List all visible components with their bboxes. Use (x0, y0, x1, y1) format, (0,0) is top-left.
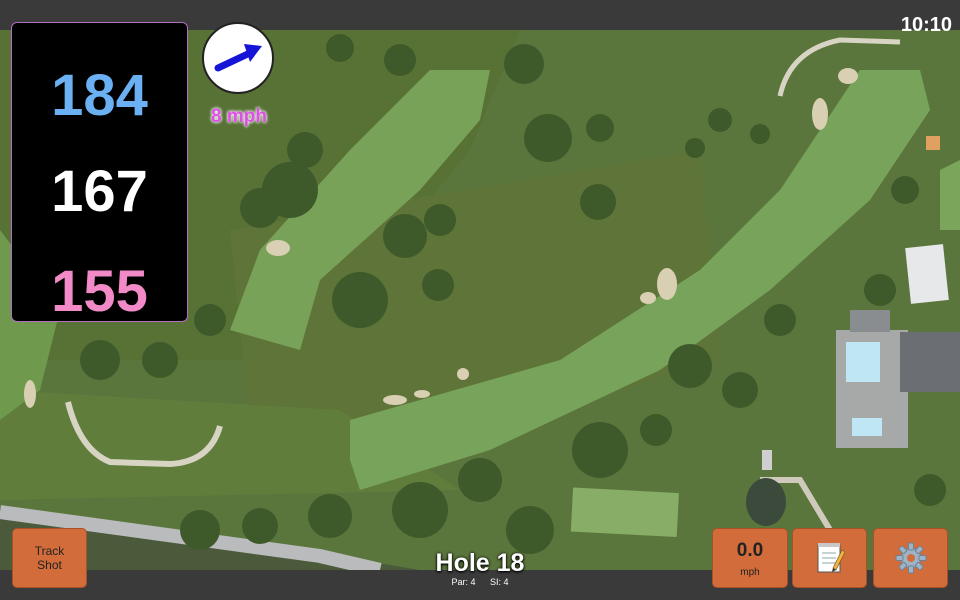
gear-icon (895, 542, 926, 574)
wind-speed-label: 8 mph (211, 106, 267, 127)
yardage-panel: 184 167 155 (11, 22, 188, 322)
track-shot-label-line2: Shot (37, 558, 62, 572)
track-shot-button[interactable]: Track Shot (12, 528, 87, 588)
hole-info: Par: 4 SI: 4 (380, 577, 580, 587)
status-time: 10:10 (900, 14, 952, 36)
track-shot-label-line1: Track (34, 544, 65, 558)
notepad-icon (817, 543, 845, 573)
wind-arrow-icon (214, 44, 262, 72)
hole-par: Par: 4 (451, 577, 476, 587)
middle-yardage: 167 (51, 159, 148, 224)
settings-button[interactable] (873, 528, 948, 588)
speed-value: 0.0 (736, 540, 764, 561)
speed-button[interactable]: 0.0 mph (712, 528, 788, 588)
hole-title: Hole 18 (435, 549, 525, 577)
notes-button[interactable] (792, 528, 867, 588)
front-yardage: 155 (51, 259, 148, 324)
wind-indicator (202, 22, 274, 94)
speed-unit: mph (740, 567, 760, 578)
hole-stroke-index: SI: 4 (490, 577, 509, 587)
back-yardage: 184 (51, 63, 148, 128)
